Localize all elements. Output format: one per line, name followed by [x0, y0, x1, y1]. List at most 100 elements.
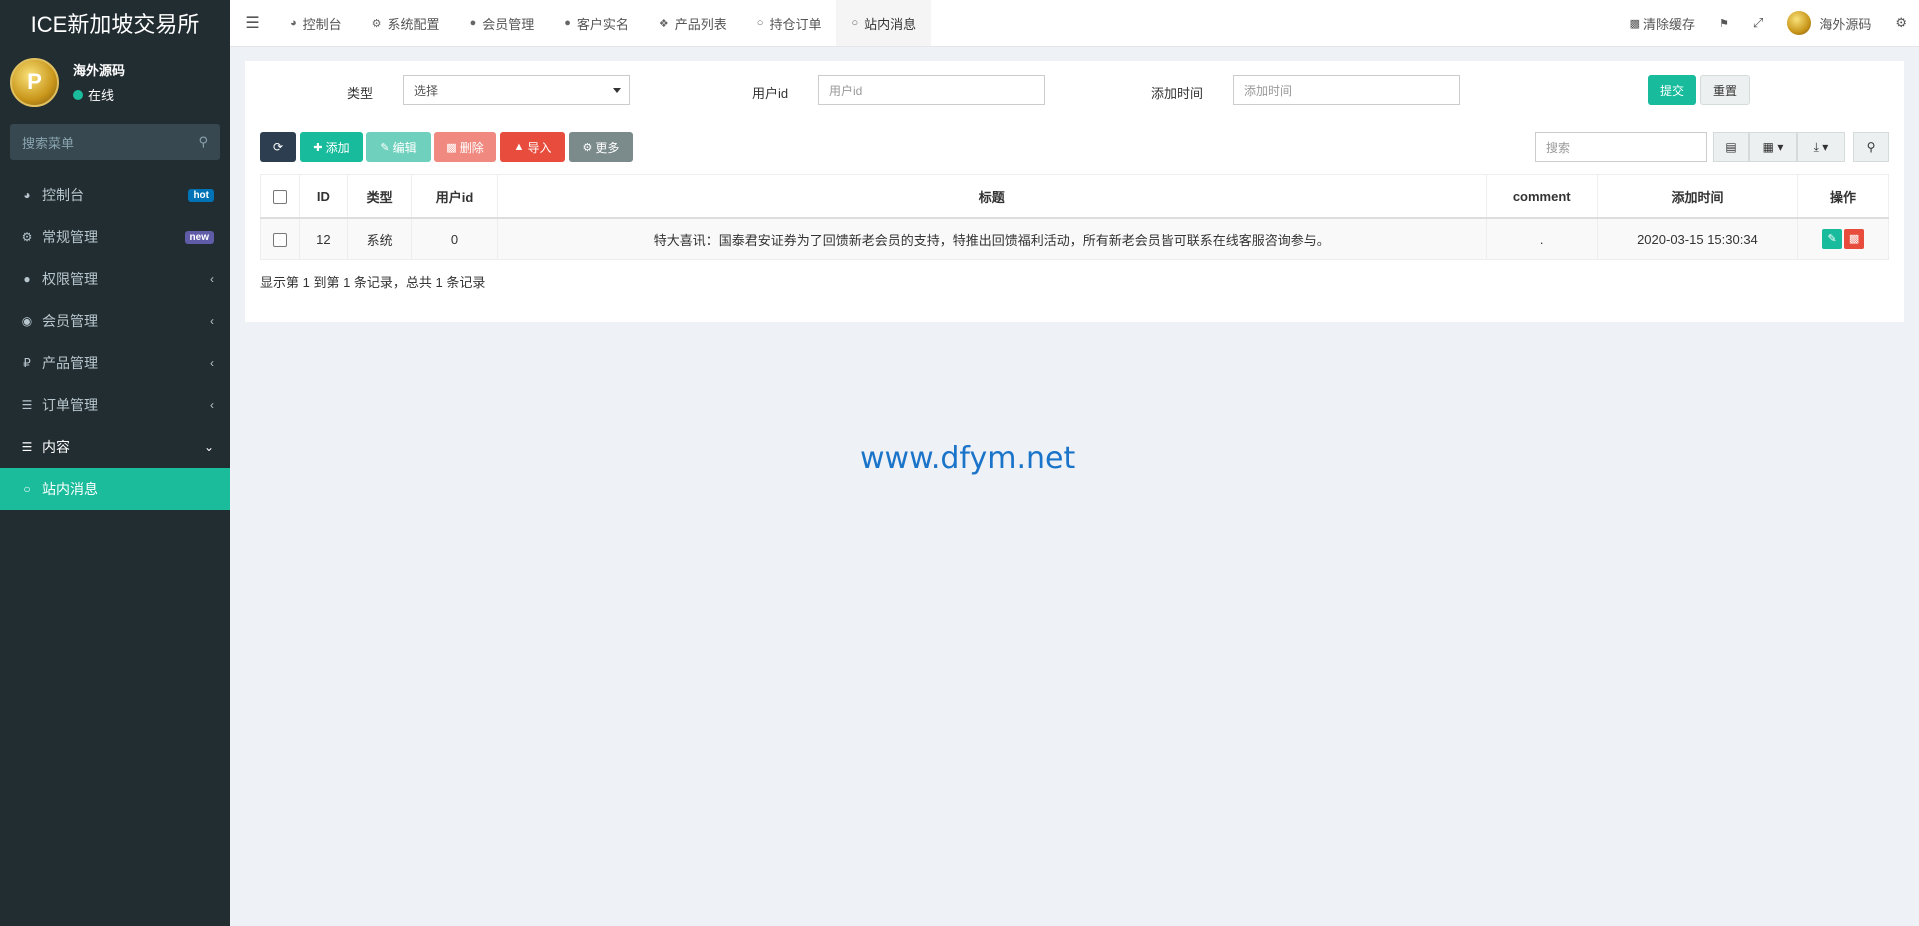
sidebar-item-members[interactable]: ◉ 会员管理 ‹	[0, 300, 230, 342]
sidebar-item-messages[interactable]: ○ 站内消息	[0, 468, 230, 510]
chevron-left-icon: ‹	[210, 398, 214, 412]
type-select-value: 选择	[414, 83, 439, 98]
columns-icon: ▦ ▾	[1762, 140, 1784, 154]
trash-icon: ▩	[446, 141, 457, 154]
circle-icon: ○	[756, 17, 764, 29]
tab-label: 客户实名	[576, 16, 629, 32]
tab-system-config[interactable]: ⚙ 系统配置	[357, 0, 455, 46]
clear-cache-button[interactable]: ▩ 清除缓存	[1618, 14, 1707, 33]
type-label: 类型	[347, 86, 374, 101]
cell-title: 特大喜讯：国泰君安证券为了回馈新老会员的支持，特推出回馈福利活动，所有新老会员皆…	[497, 218, 1487, 260]
sidebar-item-dashboard[interactable]: ◕ 控制台 hot	[0, 174, 230, 216]
col-id[interactable]: ID	[299, 174, 349, 219]
user-circle-icon: ◉	[21, 314, 33, 328]
tab-positions[interactable]: ○ 持仓订单	[742, 0, 837, 46]
user-menu[interactable]: 海外源码	[1775, 11, 1883, 35]
menu-toggle-icon[interactable]: ☰	[230, 13, 275, 33]
col-comment[interactable]: comment	[1486, 174, 1598, 219]
cell-time: 2020-03-15 15:30:34	[1597, 218, 1799, 260]
clear-cache-label: 清除缓存	[1643, 16, 1696, 32]
sidebar-item-label: 站内消息	[42, 481, 98, 497]
tab-customer-verify[interactable]: ● 客户实名	[549, 0, 644, 46]
circle-icon: ○	[851, 17, 859, 29]
cell-actions: ✎ ▩	[1797, 218, 1889, 260]
chevron-left-icon: ‹	[210, 314, 214, 328]
hot-badge: hot	[188, 188, 214, 202]
sidebar-item-label: 常规管理	[42, 229, 98, 245]
tab-messages[interactable]: ○ 站内消息	[836, 0, 932, 46]
online-dot-icon	[73, 89, 83, 100]
select-all-checkbox[interactable]	[272, 189, 287, 204]
chevron-down-icon: ⌄	[203, 440, 214, 454]
sidebar-item-label: 会员管理	[42, 313, 98, 329]
top-right-actions: ▩ 清除缓存 ⚑ ⤢ 海外源码 ⚙	[1618, 0, 1919, 46]
cell-userid: 0	[411, 218, 498, 260]
select-all-header[interactable]	[260, 174, 300, 219]
fullscreen-icon[interactable]: ⤢	[1741, 15, 1775, 31]
cell-comment: .	[1486, 218, 1598, 260]
row-edit-button[interactable]: ✎	[1822, 229, 1843, 249]
more-button[interactable]: ⚙ 更多	[569, 132, 633, 162]
userid-input[interactable]: 用户id	[818, 75, 1045, 105]
refresh-button[interactable]: ⟳	[260, 132, 296, 162]
new-badge: new	[184, 230, 214, 244]
type-select[interactable]: 选择	[403, 75, 630, 105]
col-title[interactable]: 标题	[497, 174, 1487, 219]
edit-button[interactable]: ✎ 编辑	[366, 132, 431, 162]
col-time[interactable]: 添加时间	[1597, 174, 1799, 219]
row-select-cell[interactable]	[260, 218, 300, 260]
main-panel: 类型 选择 用户id 用户id 添加时间 添加时间 提交 重置 ⟳ ✚ 添加 ✎ 编…	[245, 61, 1904, 322]
sidebar-item-general[interactable]: ⚙ 常规管理 new	[0, 216, 230, 258]
delete-label: 删除	[459, 140, 484, 155]
import-button[interactable]: ▲ 导入	[500, 132, 565, 162]
tab-product-list[interactable]: ❖ 产品列表	[644, 0, 742, 46]
col-actions: 操作	[1797, 174, 1889, 219]
group-icon: ●	[23, 272, 31, 286]
dashboard-icon: ◕	[23, 188, 31, 202]
sidebar-item-permissions[interactable]: ● 权限管理 ‹	[0, 258, 230, 300]
row-checkbox[interactable]	[272, 232, 287, 247]
table-header-row: ID 类型 用户id 标题 comment 添加时间 操作	[260, 174, 1889, 219]
add-button[interactable]: ✚ 添加	[300, 132, 363, 162]
toggle-view-button[interactable]: ▤	[1713, 132, 1749, 162]
language-icon[interactable]: ⚑	[1707, 17, 1741, 30]
sidebar-search-input[interactable]: 搜索菜单	[22, 133, 74, 152]
row-delete-button[interactable]: ▩	[1844, 229, 1865, 249]
sidebar-item-orders[interactable]: ☰ 订单管理 ‹	[0, 384, 230, 426]
table-search-input[interactable]: 搜索	[1535, 132, 1707, 162]
tab-label: 控制台	[302, 16, 342, 32]
search-icon[interactable]: ⚲	[198, 134, 208, 150]
list-icon: ☰	[21, 398, 33, 412]
user-icon: ●	[469, 17, 477, 29]
more-label: 更多	[595, 140, 620, 155]
tab-label: 持仓订单	[769, 16, 822, 32]
cogs-icon: ⚙	[21, 230, 33, 244]
time-input[interactable]: 添加时间	[1233, 75, 1460, 105]
refresh-icon: ⟳	[272, 140, 284, 154]
delete-button[interactable]: ▩ 删除	[434, 132, 496, 162]
submit-button[interactable]: 提交	[1648, 75, 1696, 105]
advanced-search-button[interactable]: ⚲	[1853, 132, 1889, 162]
table-row: 12 系统 0 特大喜讯：国泰君安证券为了回馈新老会员的支持，特推出回馈福利活动…	[260, 218, 1889, 260]
sidebar-menu: ◕ 控制台 hot ⚙ 常规管理 new ● 权限管理 ‹ ◉ 会员管理 ‹ ₽…	[0, 174, 230, 510]
sidebar-item-products[interactable]: ₽ 产品管理 ‹	[0, 342, 230, 384]
tab-members[interactable]: ● 会员管理	[455, 0, 550, 46]
gear-icon: ⚙	[582, 141, 593, 154]
upload-icon: ▲	[513, 141, 525, 153]
columns-button[interactable]: ▦ ▾	[1749, 132, 1797, 162]
col-userid[interactable]: 用户id	[411, 174, 498, 219]
avatar	[1787, 11, 1812, 35]
sidebar-item-label: 产品管理	[42, 355, 98, 371]
cogs-icon[interactable]: ⚙	[1883, 15, 1919, 31]
edit-label: 编辑	[392, 140, 417, 155]
reset-button[interactable]: 重置	[1700, 75, 1750, 105]
export-button[interactable]: ⤓ ▾	[1797, 132, 1845, 162]
watermark-text: www.dfym.net	[860, 441, 1076, 476]
cubes-icon: ❖	[658, 17, 669, 30]
sidebar-item-content[interactable]: ☰ 内容 ⌄	[0, 426, 230, 468]
app-logo[interactable]: ICE新加坡交易所	[0, 0, 230, 46]
tab-dashboard[interactable]: ◕ 控制台	[275, 0, 357, 46]
data-table: ID 类型 用户id 标题 comment 添加时间 操作 12 系统 0 特大…	[260, 174, 1889, 260]
col-type[interactable]: 类型	[347, 174, 413, 219]
sidebar-search[interactable]: 搜索菜单 ⚲	[10, 124, 220, 160]
